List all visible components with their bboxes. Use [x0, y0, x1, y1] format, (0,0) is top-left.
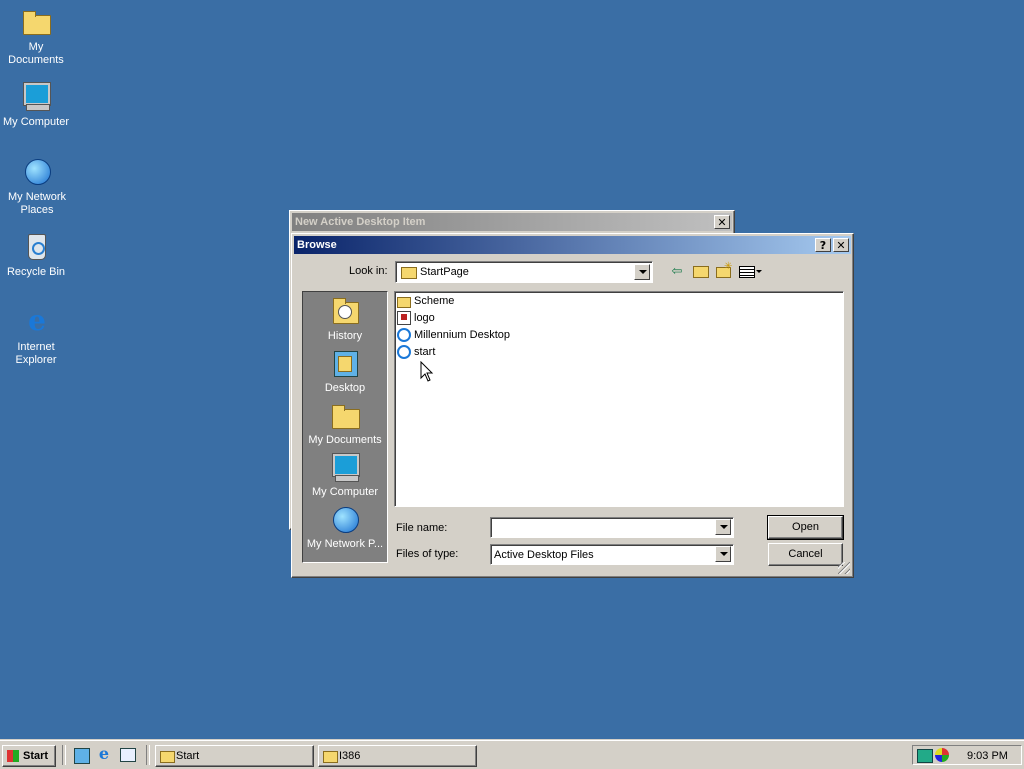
html-file-icon: [397, 328, 411, 342]
folder-icon: [397, 296, 411, 308]
my-computer-icon: [20, 81, 52, 113]
file-list[interactable]: Scheme logo Millennium Desktop start: [394, 291, 844, 507]
desktop-icon-my-computer[interactable]: My Computer: [0, 77, 72, 129]
windows-logo-icon: [7, 750, 19, 762]
chevron-down-icon[interactable]: [715, 519, 731, 535]
file-name: Scheme: [414, 295, 455, 307]
folder-icon: [160, 751, 175, 763]
close-button[interactable]: ✕: [714, 215, 730, 229]
place-label: My Documents: [308, 434, 382, 446]
history-icon: [329, 296, 361, 328]
files-of-type-value: Active Desktop Files: [494, 549, 594, 561]
internet-explorer-icon: e: [28, 304, 46, 337]
desktop-icon-label: My Network Places: [7, 191, 67, 216]
list-item[interactable]: Millennium Desktop: [397, 327, 510, 343]
task-button-i386[interactable]: I386: [318, 745, 477, 767]
desktop-icon-internet-explorer[interactable]: e Internet Explorer: [0, 302, 72, 367]
my-documents-icon: [329, 400, 361, 432]
window-title: New Active Desktop Item: [295, 216, 426, 228]
my-computer-icon: [329, 452, 361, 484]
place-label: My Computer: [311, 486, 379, 498]
open-button[interactable]: Open: [767, 515, 844, 540]
windows-update-tray-icon[interactable]: [935, 748, 949, 762]
place-desktop[interactable]: Desktop: [303, 348, 387, 394]
task-button-start[interactable]: Start: [155, 745, 314, 767]
folder-icon: [323, 751, 338, 763]
resize-grip-icon[interactable]: [838, 562, 850, 574]
internet-explorer-icon[interactable]: e: [96, 746, 112, 762]
taskbar-separator: [62, 745, 66, 765]
task-label: I386: [339, 750, 361, 762]
help-button[interactable]: ?: [815, 238, 831, 252]
list-item[interactable]: start: [397, 344, 435, 360]
network-places-icon: [21, 156, 53, 188]
place-label: History: [327, 330, 363, 342]
start-label: Start: [23, 750, 49, 762]
recycle-bin-icon: [20, 231, 52, 263]
files-of-type-label: Files of type:: [396, 548, 459, 560]
desktop-icon-label: My Documents: [8, 41, 64, 66]
desktop-icon-label: My Computer: [2, 116, 70, 128]
place-network[interactable]: My Network P...: [303, 504, 387, 550]
mouse-cursor-icon: [420, 361, 434, 382]
list-item[interactable]: Scheme: [397, 293, 454, 309]
clock[interactable]: 9:03 PM: [967, 750, 1008, 762]
places-bar: History Desktop My Documents My Computer…: [302, 291, 388, 563]
image-file-icon: [397, 311, 411, 325]
chevron-down-icon[interactable]: [715, 546, 731, 562]
place-label: My Network P...: [306, 538, 384, 550]
folder-icon: [401, 267, 417, 279]
new-folder-icon[interactable]: ✳: [714, 261, 732, 279]
file-name: start: [414, 346, 436, 358]
taskbar: Start e Start I386 9:03 PM: [0, 740, 1024, 769]
desktop-icon-label: Recycle Bin: [6, 266, 66, 278]
view-menu-icon[interactable]: [738, 263, 764, 279]
look-in-value: StartPage: [420, 266, 469, 278]
desktop-icon-network-places[interactable]: My Network Places: [0, 152, 74, 217]
up-folder-icon[interactable]: [691, 263, 709, 279]
show-desktop-icon[interactable]: [74, 748, 90, 764]
window-titlebar[interactable]: New Active Desktop Item ✕: [292, 213, 732, 231]
list-item[interactable]: logo: [397, 310, 435, 326]
dialog-title: Browse: [297, 239, 337, 251]
chevron-down-icon[interactable]: [634, 264, 650, 280]
desktop-icon-label: Internet Explorer: [15, 341, 57, 366]
network-places-icon: [329, 504, 361, 536]
desktop-icon-my-documents[interactable]: My Documents: [0, 2, 72, 67]
desktop-icon-recycle-bin[interactable]: Recycle Bin: [0, 227, 72, 279]
place-my-computer[interactable]: My Computer: [303, 452, 387, 498]
look-in-label: Look in:: [349, 265, 388, 277]
place-label: Desktop: [324, 382, 366, 394]
html-file-icon: [397, 345, 411, 359]
look-in-select[interactable]: StartPage: [395, 261, 653, 283]
task-label: Start: [176, 750, 200, 762]
system-tray: 9:03 PM: [912, 745, 1022, 765]
place-history[interactable]: History: [303, 296, 387, 342]
taskbar-separator: [146, 745, 150, 765]
file-name-label: File name:: [396, 522, 448, 534]
network-tray-icon[interactable]: [917, 749, 933, 763]
back-icon[interactable]: ⇦: [668, 263, 686, 279]
desktop-icon: [329, 348, 361, 380]
file-name-input[interactable]: [490, 517, 734, 538]
place-my-documents[interactable]: My Documents: [303, 400, 387, 446]
dialog-titlebar[interactable]: Browse ? ✕: [294, 236, 851, 254]
cancel-button[interactable]: Cancel: [768, 543, 843, 566]
outlook-express-icon[interactable]: [120, 748, 136, 762]
file-name: Millennium Desktop: [414, 329, 510, 341]
file-name: logo: [414, 312, 435, 324]
my-documents-icon: [20, 6, 52, 38]
files-of-type-select[interactable]: Active Desktop Files: [490, 544, 734, 565]
start-button[interactable]: Start: [2, 745, 56, 767]
close-button[interactable]: ✕: [833, 238, 849, 252]
